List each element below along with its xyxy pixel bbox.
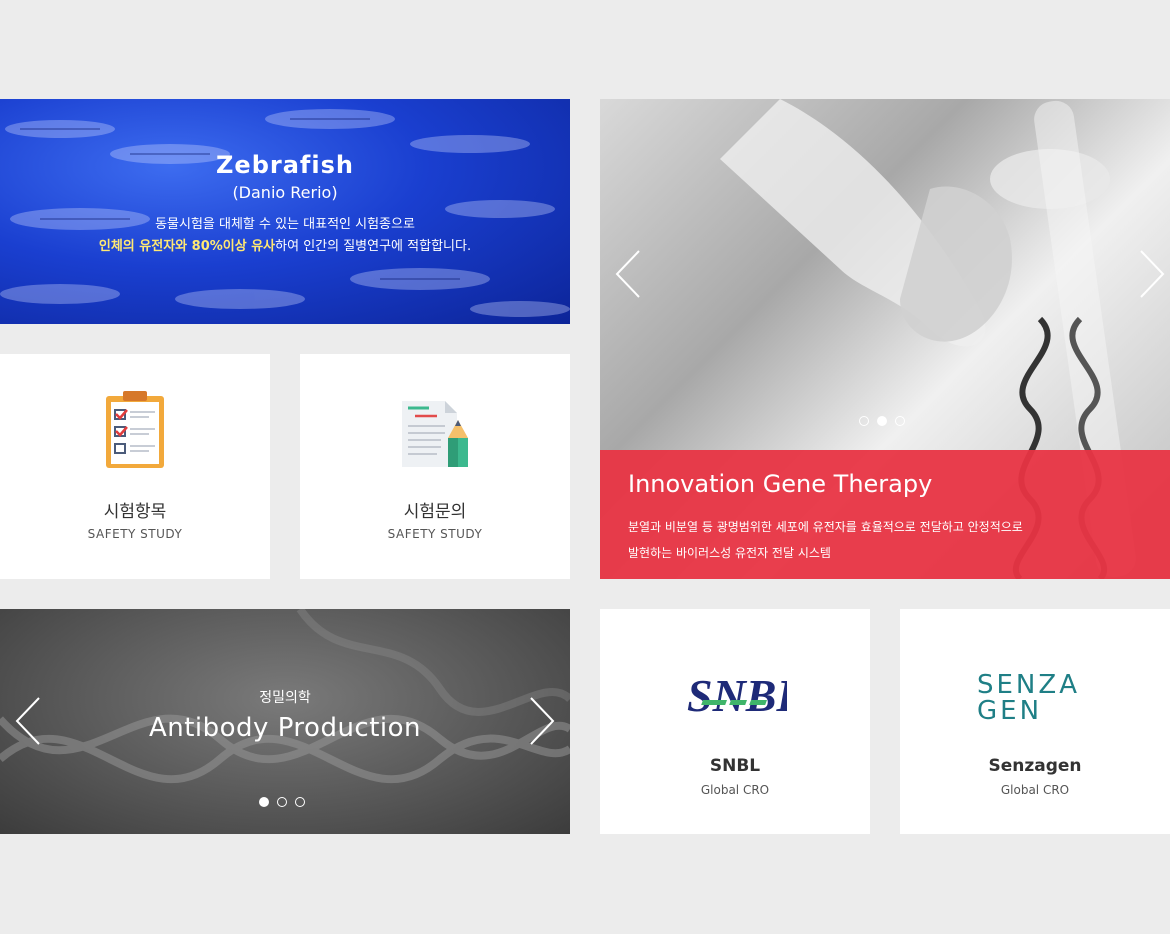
zebrafish-title: Zebrafish: [216, 151, 354, 179]
gene-slide-dot-1[interactable]: [859, 416, 869, 426]
gene-therapy-caption: Innovation Gene Therapy 분열과 비분열 등 광명범위한 …: [600, 450, 1170, 579]
gene-slide-dots: [859, 416, 905, 426]
partner-senzagen[interactable]: SENZA GEN Senzagen Global CRO: [900, 609, 1170, 834]
clipboard-checklist-icon: [105, 390, 165, 474]
chevron-left-icon: [615, 250, 640, 298]
zebrafish-desc-line2: 인체의 유전자와 80%이상 유사하여 인간의 질병연구에 적합합니다.: [0, 236, 570, 258]
partner-snbl[interactable]: SNBL SNBL Global CRO: [600, 609, 870, 834]
partner-senzagen-name: Senzagen: [988, 756, 1082, 776]
card-test-items-subtitle: SAFETY STUDY: [87, 527, 183, 541]
zebrafish-desc-line2-rest: 하여 인간의 질병연구에 적합합니다.: [275, 239, 472, 254]
zebrafish-highlight: 인체의 유전자와 80%이상 유사: [98, 239, 276, 254]
card-test-items[interactable]: 시험항목 SAFETY STUDY: [0, 354, 270, 579]
gene-next-arrow[interactable]: [1139, 249, 1165, 299]
gene-therapy-desc-line2: 발현하는 바이러스성 유전자 전달 시스템: [628, 546, 831, 560]
snbl-logo: SNBL: [683, 667, 805, 729]
card-test-items-title: 시험항목: [103, 502, 167, 522]
antibody-slide-dots: [259, 797, 305, 807]
antibody-slide-dot-3[interactable]: [295, 797, 305, 807]
zebrafish-banner[interactable]: Zebrafish (Danio Rerio) 동물시험을 대체할 수 있는 대…: [0, 99, 570, 324]
partner-snbl-name: SNBL: [709, 756, 761, 776]
antibody-slide-dot-2[interactable]: [277, 797, 287, 807]
zebrafish-description: 동물시험을 대체할 수 있는 대표적인 시험종으로 인체의 유전자와 80%이상…: [0, 214, 570, 258]
gene-slide-dot-3[interactable]: [895, 416, 905, 426]
partner-snbl-subtitle: Global CRO: [700, 783, 770, 797]
chevron-right-icon: [1140, 250, 1165, 298]
svg-text:SNBL: SNBL: [687, 670, 787, 721]
gene-therapy-slider[interactable]: Innovation Gene Therapy 분열과 비분열 등 광명범위한 …: [600, 99, 1170, 579]
gene-prev-arrow[interactable]: [615, 249, 641, 299]
antibody-category: 정밀의학: [259, 690, 311, 706]
senzagen-logo: SENZA GEN: [975, 669, 1095, 727]
gene-therapy-title: Innovation Gene Therapy: [628, 470, 933, 498]
antibody-title: Antibody Production: [148, 713, 422, 743]
zebrafish-desc-line1: 동물시험을 대체할 수 있는 대표적인 시험종으로: [155, 217, 415, 232]
zebrafish-subtitle: (Danio Rerio): [232, 183, 338, 202]
gene-slide-dot-2[interactable]: [877, 416, 887, 426]
gene-therapy-description: 분열과 비분열 등 광명범위한 세포에 유전자를 효율적으로 전달하고 안정적으…: [628, 514, 1078, 566]
card-test-inquiry-title: 시험문의: [403, 502, 467, 522]
card-test-inquiry[interactable]: 시험문의 SAFETY STUDY: [300, 354, 570, 579]
document-pencil-icon: [401, 400, 469, 472]
antibody-slide-dot-1[interactable]: [259, 797, 269, 807]
partner-senzagen-subtitle: Global CRO: [1000, 783, 1070, 797]
card-test-inquiry-subtitle: SAFETY STUDY: [387, 527, 483, 541]
antibody-slider[interactable]: 정밀의학 Antibody Production: [0, 609, 570, 834]
gene-therapy-desc-line1: 분열과 비분열 등 광명범위한 세포에 유전자를 효율적으로 전달하고 안정적으…: [628, 520, 1023, 534]
svg-text:GEN: GEN: [977, 696, 1042, 723]
